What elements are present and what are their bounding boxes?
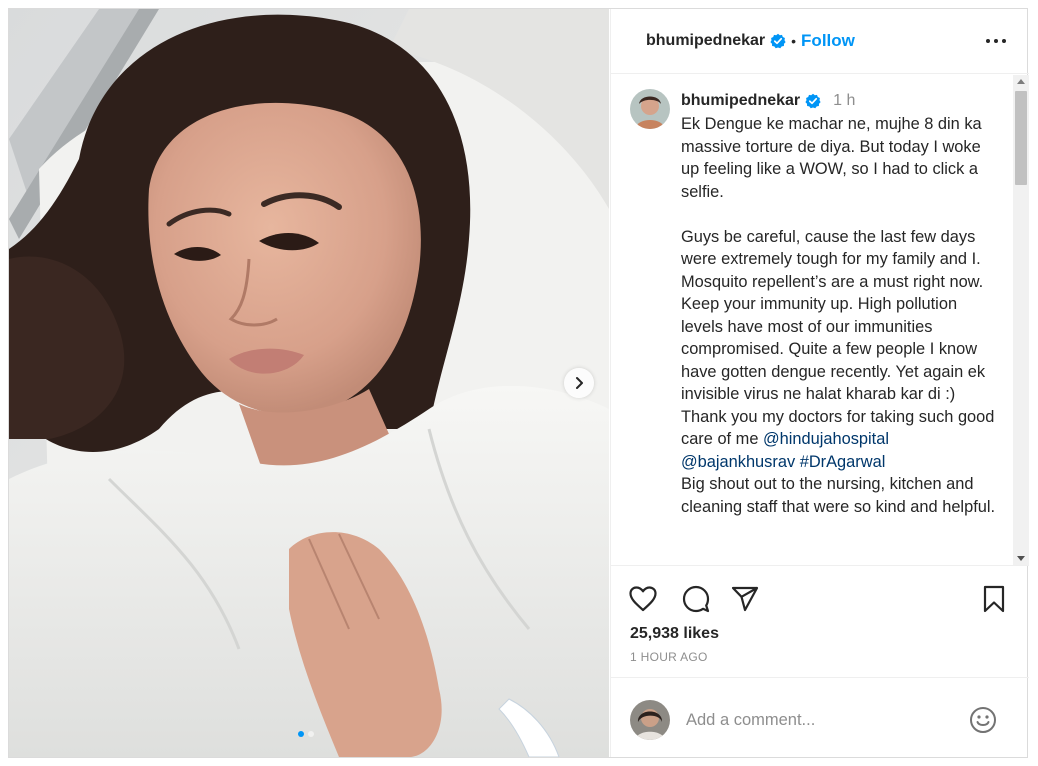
add-comment-section xyxy=(611,677,1029,757)
comment-icon xyxy=(682,585,710,613)
hashtag-dragarwal[interactable]: #DrAgarwal xyxy=(800,453,886,471)
heart-icon xyxy=(629,586,657,612)
save-button[interactable] xyxy=(979,584,1009,614)
post-dialog: bhumipednekar • Follow bhumipednekar 1 h… xyxy=(8,8,1029,758)
caption-avatar[interactable] xyxy=(630,89,670,129)
share-button[interactable] xyxy=(730,584,760,614)
comment-button[interactable] xyxy=(681,584,711,614)
caption-text: Ek Dengue ke machar ne, mujhe 8 din ka m… xyxy=(681,113,1001,518)
selfie-image xyxy=(9,9,609,757)
comment-input[interactable] xyxy=(686,706,956,734)
caption-spacer xyxy=(681,203,1001,226)
caption-header: bhumipednekar 1 h xyxy=(681,89,855,113)
post-timestamp[interactable]: 1 HOUR AGO xyxy=(630,650,708,664)
avatar-image xyxy=(630,89,670,129)
avatar-image xyxy=(630,700,670,740)
mention-bajankhusrav[interactable]: @bajankhusrav xyxy=(681,453,795,471)
like-button[interactable] xyxy=(628,584,658,614)
follow-button[interactable]: Follow xyxy=(801,31,855,51)
caption-paragraph-3: Thank you my doctors for taking such goo… xyxy=(681,406,1001,451)
mention-hindujahospital[interactable]: @hindujahospital xyxy=(763,430,889,448)
scroll-up-arrow-icon[interactable] xyxy=(1017,79,1025,84)
more-options-button[interactable] xyxy=(983,29,1009,53)
verified-badge-icon xyxy=(805,93,821,109)
header-separator: • xyxy=(791,33,797,49)
caption-paragraph-4: Big shout out to the nursing, kitchen an… xyxy=(681,475,996,516)
caption-scrollbar[interactable] xyxy=(1013,75,1029,565)
carousel-dot-active xyxy=(298,731,304,737)
bookmark-icon xyxy=(983,585,1005,613)
scroll-down-arrow-icon[interactable] xyxy=(1017,556,1025,561)
post-details-panel: bhumipednekar • Follow bhumipednekar 1 h… xyxy=(610,9,1029,757)
carousel-dot xyxy=(308,731,314,737)
caption-tags: @bajankhusrav #DrAgarwal xyxy=(681,451,1001,474)
carousel-indicator xyxy=(298,731,314,737)
emoji-button[interactable] xyxy=(968,705,998,735)
caption-paragraph-2: Guys be careful, cause the last few days… xyxy=(681,227,990,404)
header-username[interactable]: bhumipednekar xyxy=(646,32,765,50)
likes-count[interactable]: 25,938 likes xyxy=(630,625,719,643)
caption-paragraph-1: Ek Dengue ke machar ne, mujhe 8 din ka m… xyxy=(681,115,987,201)
carousel-next-button[interactable] xyxy=(564,368,594,398)
more-options-icon xyxy=(986,39,1006,43)
chevron-right-icon xyxy=(576,377,583,389)
scroll-thumb[interactable] xyxy=(1015,91,1027,185)
current-user-avatar xyxy=(630,700,670,740)
post-actions: 25,938 likes 1 HOUR AGO xyxy=(611,565,1029,675)
caption-time[interactable]: 1 h xyxy=(833,92,855,110)
post-header: bhumipednekar • Follow xyxy=(611,9,1029,74)
emoji-icon xyxy=(970,707,996,733)
caption-username[interactable]: bhumipednekar xyxy=(681,92,800,110)
verified-badge-icon xyxy=(770,33,786,49)
share-icon xyxy=(731,586,759,612)
post-photo[interactable] xyxy=(9,9,609,757)
caption-area[interactable]: bhumipednekar 1 h Ek Dengue ke machar ne… xyxy=(611,75,1029,565)
